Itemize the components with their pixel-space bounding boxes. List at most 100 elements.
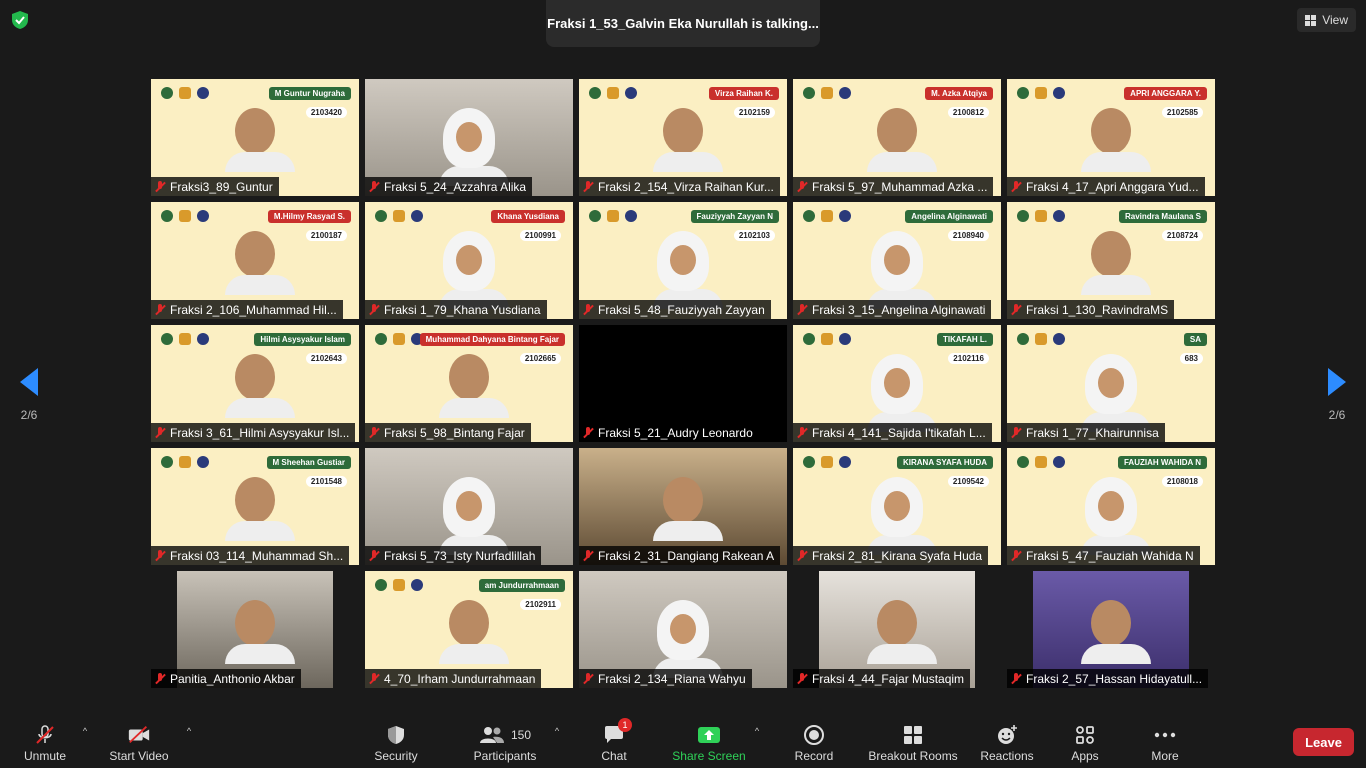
- participant-name-label: Fraksi 5_47_Fauziah Wahida N: [1007, 546, 1200, 565]
- virtual-background-nameplate: SA: [1183, 333, 1207, 346]
- school-logos-icon: [375, 210, 423, 222]
- virtual-background-nameplate: am Jundurrahmaan: [478, 579, 565, 592]
- participant-tile[interactable]: Virza Raihan K. 2102159 Fraksi 2_154_Virza…: [579, 79, 787, 196]
- leave-button[interactable]: Leave: [1293, 728, 1354, 756]
- participants-count: 150: [510, 727, 532, 742]
- participant-name: 4_70_Irham Jundurrahmaan: [384, 671, 536, 686]
- participant-tile[interactable]: am Jundurrahmaan 2102911 4_70_Irham Jundur…: [365, 571, 573, 688]
- participant-video-feed: [653, 600, 723, 678]
- participant-tile[interactable]: Khana Yusdiana 2100991 Fraksi 1_79_Khana Y…: [365, 202, 573, 319]
- participant-name: Fraksi 4_141_Sajida I'tikafah L...: [812, 425, 986, 440]
- virtual-background-id-number: 683: [1179, 353, 1203, 364]
- participant-name-label: Fraksi 3_61_Hilmi Asysyakur Isl...: [151, 423, 356, 442]
- participants-label: Participants: [473, 748, 537, 763]
- virtual-background-id-number: 2100187: [305, 230, 347, 241]
- participant-video-feed: [867, 354, 937, 432]
- record-button[interactable]: Record: [784, 712, 844, 768]
- participant-tile[interactable]: SA 683 Fraksi 1_77_Khairunnisa: [1007, 325, 1215, 442]
- chat-button[interactable]: 1 Chat: [584, 712, 644, 768]
- participant-tile[interactable]: TIKAFAH L. 2102116 Fraksi 4_141_Sajida I't…: [793, 325, 1001, 442]
- virtual-background-nameplate: M.Hilmy Rasyad S.: [267, 210, 351, 223]
- virtual-background-nameplate: Khana Yusdiana: [491, 210, 565, 223]
- participant-tile[interactable]: FAUZIAH WAHIDA N 2108018 Fraksi 5_47_Fauzi…: [1007, 448, 1215, 565]
- participant-video-feed: [439, 354, 509, 424]
- participant-name: Fraksi 2_106_Muhammad Hil...: [170, 302, 337, 317]
- participant-tile[interactable]: Panitia_Anthonio Akbar: [151, 571, 359, 688]
- school-logos-icon: [161, 87, 209, 99]
- audio-options-caret[interactable]: ^: [78, 712, 92, 768]
- apps-icon: [1073, 724, 1097, 746]
- muted-mic-icon: [368, 672, 380, 685]
- muted-mic-icon: [368, 303, 380, 316]
- participant-tile[interactable]: M. Azka Atqiya 2100812 Fraksi 5_97_Muhamma…: [793, 79, 1001, 196]
- video-off-icon: [127, 724, 151, 746]
- previous-page-nav[interactable]: 2/6: [9, 368, 49, 422]
- participant-name-label: Fraksi 5_98_Bintang Fajar: [365, 423, 531, 442]
- more-button[interactable]: More: [1140, 712, 1190, 768]
- participant-tile[interactable]: M.Hilmy Rasyad S. 2100187 Fraksi 2_106_Muh…: [151, 202, 359, 319]
- participant-tile[interactable]: M Guntur Nugraha 2103420 Fraksi3_89_Guntur: [151, 79, 359, 196]
- muted-mic-icon: [1010, 672, 1022, 685]
- breakout-rooms-button[interactable]: Breakout Rooms: [866, 712, 960, 768]
- participant-video-feed: [867, 477, 937, 555]
- school-logos-icon: [375, 579, 423, 591]
- participant-tile[interactable]: M Sheehan Gustiar 2101548 Fraksi 03_114_Mu…: [151, 448, 359, 565]
- school-logos-icon: [161, 210, 209, 222]
- security-button[interactable]: Security: [356, 712, 436, 768]
- participant-tile[interactable]: Fraksi 2_134_Riana Wahyu: [579, 571, 787, 688]
- share-options-caret[interactable]: ^: [750, 712, 764, 768]
- unmute-label: Unmute: [23, 748, 67, 763]
- virtual-background-nameplate: FAUZIAH WAHIDA N: [1117, 456, 1207, 469]
- participant-name-label: Fraksi 2_81_Kirana Syafa Huda: [793, 546, 989, 565]
- participant-name-label: Fraksi 5_97_Muhammad Azka ...: [793, 177, 994, 196]
- participant-name-label: Fraksi 2_154_Virza Raihan Kur...: [579, 177, 780, 196]
- arrow-left-icon[interactable]: [20, 368, 38, 396]
- leave-label: Leave: [1305, 734, 1342, 750]
- participant-name-label: Fraksi 1_79_Khana Yusdiana: [365, 300, 547, 319]
- participant-tile[interactable]: Ravindra Maulana S 2108724 Fraksi 1_130_Ra…: [1007, 202, 1215, 319]
- start-video-button[interactable]: Start Video: [96, 712, 182, 768]
- participant-tile[interactable]: KIRANA SYAFA HUDA 2109542 Fraksi 2_81_Kira…: [793, 448, 1001, 565]
- participant-tile[interactable]: Fauziyyah Zayyan N 2102103 Fraksi 5_48_Fau…: [579, 202, 787, 319]
- participant-name: Fraksi 2_31_Dangiang Rakean A: [598, 548, 775, 563]
- participant-tile[interactable]: Angelina Alginawati 2108940 Fraksi 3_15_An…: [793, 202, 1001, 319]
- participant-tile[interactable]: Muhammad Dahyana Bintang Fajar 2102665 Fra…: [365, 325, 573, 442]
- participant-tile[interactable]: Fraksi 5_73_Isty Nurfadlillah: [365, 448, 573, 565]
- shield-icon: [384, 724, 408, 746]
- muted-mic-icon: [368, 549, 380, 562]
- unmute-button[interactable]: Unmute: [12, 712, 78, 768]
- participant-tile[interactable]: Hilmi Asysyakur Islam 2102643 Fraksi 3_61_…: [151, 325, 359, 442]
- active-speaker-text: Fraksi 1_53_Galvin Eka Nurullah is talki…: [547, 16, 819, 31]
- school-logos-icon: [375, 333, 423, 345]
- participant-tile[interactable]: Fraksi 2_57_Hassan Hidayatull...: [1007, 571, 1215, 688]
- participant-name: Fraksi 2_154_Virza Raihan Kur...: [598, 179, 774, 194]
- participant-name-label: Fraksi 4_141_Sajida I'tikafah L...: [793, 423, 992, 442]
- virtual-background-nameplate: M. Azka Atqiya: [925, 87, 993, 100]
- arrow-right-icon[interactable]: [1328, 368, 1346, 396]
- muted-mic-icon: [1010, 426, 1022, 439]
- participant-tile[interactable]: Fraksi 4_44_Fajar Mustaqim: [793, 571, 1001, 688]
- school-logos-icon: [803, 87, 851, 99]
- next-page-nav[interactable]: 2/6: [1317, 368, 1357, 422]
- participants-options-caret[interactable]: ^: [550, 712, 564, 768]
- more-dots-icon: [1153, 724, 1177, 746]
- participant-tile[interactable]: Fraksi 5_24_Azzahra Alika: [365, 79, 573, 196]
- grid-view-icon: [1305, 14, 1317, 26]
- participant-tile[interactable]: Fraksi 5_21_Audry Leonardo: [579, 325, 787, 442]
- participant-name-label: Fraksi 2_106_Muhammad Hil...: [151, 300, 343, 319]
- apps-button[interactable]: Apps: [1060, 712, 1110, 768]
- reactions-button[interactable]: Reactions: [974, 712, 1040, 768]
- participant-video-feed: [1081, 231, 1151, 301]
- view-button[interactable]: View: [1297, 8, 1356, 32]
- share-screen-button[interactable]: Share Screen: [668, 712, 750, 768]
- meeting-toolbar: Unmute ^ Start Video ^ Security 150 Part…: [0, 712, 1366, 768]
- participant-tile[interactable]: APRI ANGGARA Y. 2102585 Fraksi 4_17_Apri A…: [1007, 79, 1215, 196]
- participants-button[interactable]: 150 Participants: [460, 712, 550, 768]
- more-label: More: [1151, 748, 1179, 763]
- participant-name: Fraksi 2_57_Hassan Hidayatull...: [1026, 671, 1203, 686]
- encryption-shield-icon[interactable]: [10, 10, 30, 30]
- muted-mic-icon: [368, 180, 380, 193]
- video-options-caret[interactable]: ^: [182, 712, 196, 768]
- participant-tile[interactable]: Fraksi 2_31_Dangiang Rakean A: [579, 448, 787, 565]
- virtual-background-id-number: 2103420: [305, 107, 347, 118]
